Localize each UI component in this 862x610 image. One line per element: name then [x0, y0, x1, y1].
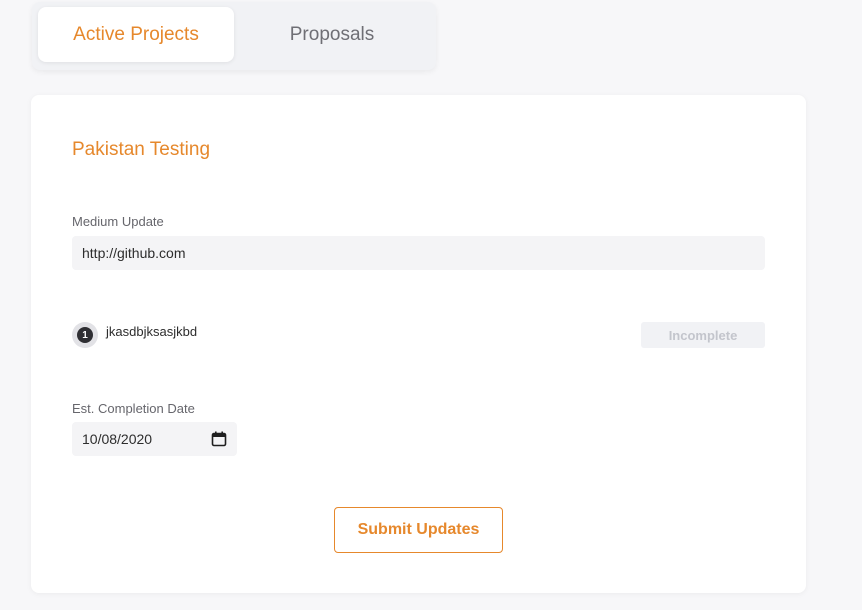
- project-title: Pakistan Testing: [72, 139, 211, 160]
- milestone-number: 1: [77, 327, 93, 343]
- tab-proposals[interactable]: Proposals: [234, 7, 430, 62]
- completion-date-input[interactable]: 10/08/2020: [72, 422, 237, 456]
- milestone-badge: 1: [72, 322, 98, 348]
- calendar-icon[interactable]: [211, 431, 227, 447]
- project-card: Pakistan Testing Medium Update 1 jkasdbj…: [31, 95, 806, 593]
- medium-update-label: Medium Update: [72, 214, 164, 229]
- milestone-name: jkasdbjksasjkbd: [106, 324, 198, 339]
- project-tabs: Active Projects Proposals: [32, 2, 436, 70]
- medium-update-input[interactable]: [72, 236, 765, 270]
- submit-updates-button[interactable]: Submit Updates: [334, 507, 503, 553]
- completion-date-value: 10/08/2020: [82, 431, 153, 447]
- completion-date-label: Est. Completion Date: [72, 401, 195, 416]
- milestone-status-button[interactable]: Incomplete: [641, 322, 765, 348]
- tab-active-projects[interactable]: Active Projects: [38, 7, 234, 62]
